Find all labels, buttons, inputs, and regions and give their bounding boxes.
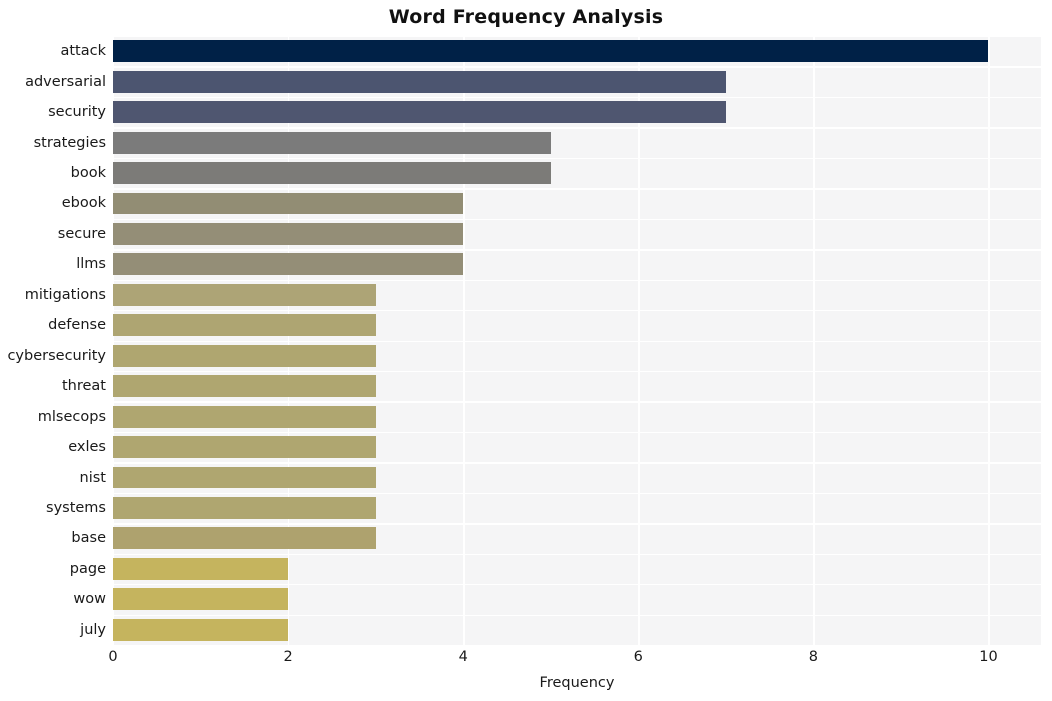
y-axis-label-book: book <box>70 165 106 182</box>
x-axis-tick-4: 4 <box>458 649 468 665</box>
bar-nist[interactable] <box>113 466 376 489</box>
x-axis-tick-0: 0 <box>108 649 118 665</box>
bar-secure[interactable] <box>113 222 464 245</box>
chart-figure: Word Frequency Analysis attack adversaria… <box>0 0 1052 701</box>
x-axis-tick-labels: 0 2 4 6 8 10 <box>108 649 1041 672</box>
y-axis-label-threat: threat <box>61 378 106 395</box>
x-axis-tick-6: 6 <box>633 649 643 665</box>
y-axis-label-mitigations: mitigations <box>24 286 106 303</box>
bar-cybersecurity[interactable] <box>113 344 376 367</box>
y-axis-label-adversarial: adversarial <box>25 73 106 90</box>
bar-security[interactable] <box>113 101 726 124</box>
bar-threat[interactable] <box>113 375 376 398</box>
plot-area <box>113 36 1041 647</box>
y-axis-label-systems: systems <box>46 499 106 516</box>
y-axis-label-llms: llms <box>76 256 106 273</box>
x-axis-tick-10: 10 <box>979 649 998 665</box>
y-axis-label-page: page <box>69 560 106 577</box>
y-axis-tick-labels: attack adversarial security strategies book e… <box>0 36 106 645</box>
y-axis-label-ebook: ebook <box>61 195 106 212</box>
y-axis-label-security: security <box>48 104 106 121</box>
bar-book[interactable] <box>113 162 551 184</box>
bar-ebook[interactable] <box>113 192 464 215</box>
bar-systems[interactable] <box>113 497 376 519</box>
x-axis-tick-8: 8 <box>808 649 818 665</box>
bar-adversarial[interactable] <box>113 70 726 93</box>
y-axis-label-wow: wow <box>73 591 106 608</box>
x-axis-tick-2: 2 <box>283 649 293 665</box>
chart-title: Word Frequency Analysis <box>388 6 664 28</box>
y-axis-label-strategies: strategies <box>33 134 106 151</box>
bars-layer <box>113 36 1041 645</box>
bar-mitigations[interactable] <box>113 283 376 306</box>
bar-llms[interactable] <box>113 253 464 276</box>
bar-mlsecops[interactable] <box>113 405 376 428</box>
bar-july[interactable] <box>113 618 289 641</box>
bar-defense[interactable] <box>113 314 376 337</box>
bar-page[interactable] <box>113 557 289 580</box>
y-axis-label-exles: exles <box>68 439 106 456</box>
y-axis-label-defense: defense <box>48 317 106 334</box>
bar-wow[interactable] <box>113 588 289 611</box>
bar-exles[interactable] <box>113 436 376 459</box>
y-axis-label-july: july <box>80 621 106 638</box>
y-axis-label-attack: attack <box>60 43 106 60</box>
x-axis-title: Frequency <box>539 675 615 691</box>
bar-base[interactable] <box>113 527 376 550</box>
bar-attack[interactable] <box>113 40 989 63</box>
y-axis-label-mlsecops: mlsecops <box>37 408 106 425</box>
bar-strategies[interactable] <box>113 131 551 154</box>
gridline-horizontal <box>113 645 1041 647</box>
y-axis-label-secure: secure <box>57 225 106 242</box>
y-axis-label-base: base <box>71 530 106 547</box>
y-axis-label-nist: nist <box>79 469 106 486</box>
y-axis-label-cybersecurity: cybersecurity <box>7 347 106 364</box>
